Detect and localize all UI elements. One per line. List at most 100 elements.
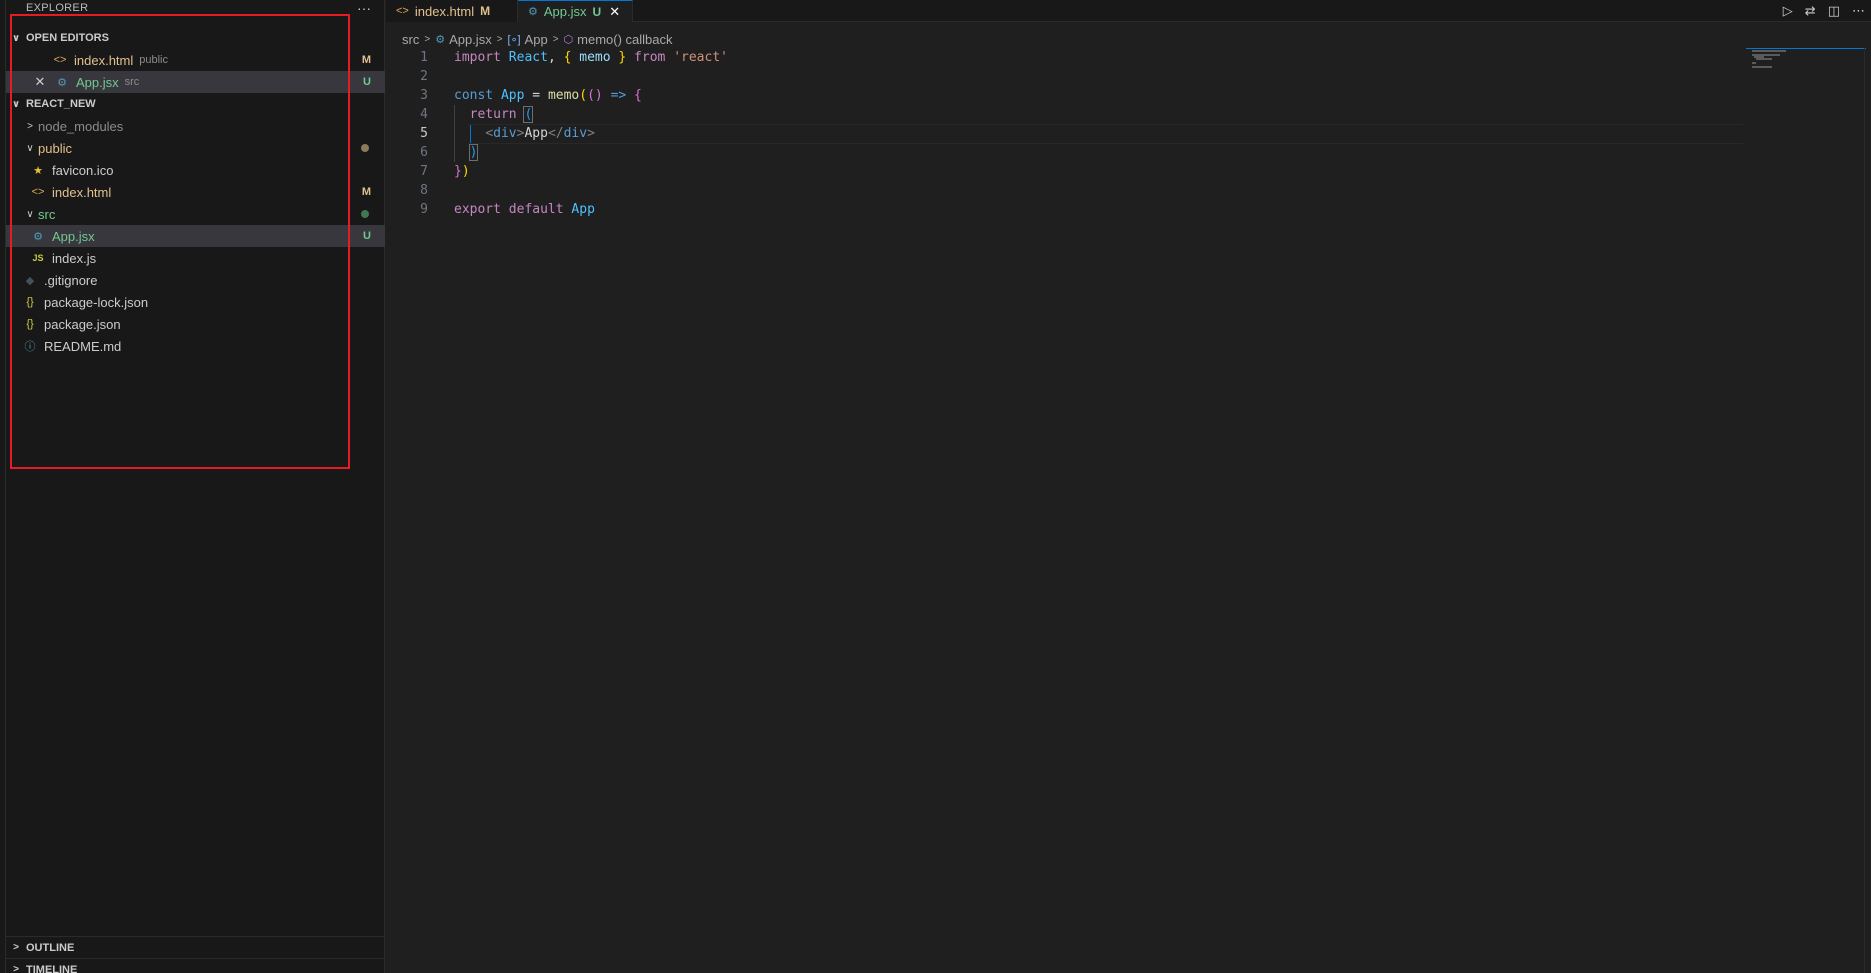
- tree-item-src[interactable]: ∨ src: [6, 203, 385, 225]
- minimap[interactable]: [1746, 48, 1866, 973]
- variable-symbol-icon: [∘]: [507, 33, 521, 46]
- line-number: 8: [420, 183, 428, 198]
- code-text: const App = memo(() => {: [454, 88, 642, 103]
- code-line: 2: [386, 67, 1746, 86]
- js-file-icon: JS: [32, 253, 44, 263]
- run-icon[interactable]: ▷: [1783, 3, 1793, 19]
- react-file-icon: ⚙: [528, 6, 538, 18]
- tree-item-label: index.js: [52, 250, 97, 266]
- open-editor-item-index-html[interactable]: <> index.html public M: [6, 49, 385, 71]
- breadcrumb-folder[interactable]: src: [402, 32, 419, 47]
- code-line: 9 export default App: [386, 200, 1746, 219]
- minimap-line: [1752, 62, 1756, 64]
- line-number: 4: [420, 107, 428, 122]
- untracked-badge: U: [363, 76, 371, 88]
- line-number: 7: [420, 164, 428, 179]
- code-line: 7 }): [386, 162, 1746, 181]
- vertical-scrollbar[interactable]: [1864, 48, 1871, 973]
- modified-badge: M: [361, 186, 371, 198]
- outline-header[interactable]: > OUTLINE: [6, 936, 385, 958]
- code-line: 4 return (: [386, 105, 1746, 124]
- tree-item-label: node_modules: [38, 118, 124, 134]
- code-line: 3 const App = memo(() => {: [386, 86, 1746, 105]
- tree-item-index-js[interactable]: JS index.js: [6, 247, 385, 269]
- close-icon[interactable]: ✕: [32, 74, 48, 90]
- open-editor-item-app-jsx[interactable]: ✕ ⚙ App.jsx src U: [6, 71, 385, 93]
- tree-item-label: favicon.ico: [52, 162, 114, 178]
- react-file-icon: ⚙: [57, 76, 67, 89]
- info-file-icon: ⓘ: [24, 341, 36, 353]
- chevron-down-icon: ∨: [11, 32, 21, 44]
- chevron-right-icon: >: [27, 120, 33, 132]
- chevron-down-icon: ∨: [26, 142, 34, 154]
- open-editor-label: App.jsx: [76, 74, 119, 90]
- git-file-icon: ◆: [25, 274, 35, 287]
- timeline-label: TIMELINE: [26, 963, 78, 973]
- breadcrumb-symbol[interactable]: App: [525, 32, 548, 47]
- tab-bar: <> index.html M ⚙ App.jsx U ✕ ▷ ⇄ ◫ ⋯: [386, 0, 1871, 22]
- line-number: 9: [420, 202, 428, 217]
- tree-item-favicon[interactable]: ★ favicon.ico: [6, 159, 385, 181]
- open-editors-header[interactable]: ∨ OPEN EDITORS: [6, 27, 385, 49]
- html-file-icon: <>: [31, 186, 45, 198]
- line-number: 2: [420, 69, 428, 84]
- code-editor[interactable]: 1 import React, { memo } from 'react' 2 …: [386, 48, 1746, 973]
- star-file-icon: ★: [33, 164, 43, 177]
- open-editors-label: OPEN EDITORS: [26, 32, 109, 44]
- chevron-right-icon: >: [13, 942, 19, 953]
- split-editor-icon[interactable]: ◫: [1828, 3, 1840, 19]
- breadcrumb-callback[interactable]: memo() callback: [577, 32, 672, 47]
- outline-label: OUTLINE: [26, 941, 75, 954]
- tree-item-index-html[interactable]: <> index.html M: [6, 181, 385, 203]
- close-icon[interactable]: ✕: [609, 4, 620, 20]
- open-editor-folder: src: [124, 76, 140, 88]
- tab-label: index.html: [414, 3, 475, 19]
- line-number: 3: [420, 88, 428, 103]
- html-file-icon: <>: [396, 5, 409, 17]
- code-text: <div>App</div>: [485, 126, 595, 141]
- chevron-down-icon: ∨: [26, 208, 34, 220]
- json-file-icon: {}: [26, 318, 34, 330]
- tree-item-node-modules[interactable]: > node_modules: [6, 115, 385, 137]
- modified-badge: M: [480, 4, 491, 18]
- html-file-icon: <>: [53, 54, 67, 66]
- tree-item-gitignore[interactable]: ◆ .gitignore: [6, 269, 385, 291]
- editor-actions: ▷ ⇄ ◫ ⋯: [1783, 0, 1865, 22]
- tree-item-label: .gitignore: [44, 272, 98, 288]
- code-text: ): [468, 144, 479, 161]
- chevron-right-icon: >: [496, 33, 503, 45]
- untracked-badge: U: [592, 4, 602, 19]
- code-line: 6 ): [386, 143, 1746, 162]
- untracked-dot-icon: [361, 210, 369, 218]
- more-actions-icon[interactable]: ⋯: [1852, 3, 1865, 19]
- tree-item-package-json[interactable]: {} package.json: [6, 313, 385, 335]
- timeline-header[interactable]: > TIMELINE: [6, 958, 385, 973]
- tree-item-app-jsx[interactable]: ⚙ App.jsx U: [6, 225, 385, 247]
- tab-app-jsx[interactable]: ⚙ App.jsx U ✕: [518, 0, 633, 22]
- tree-item-label: index.html: [52, 184, 112, 200]
- minimap-line: [1756, 58, 1772, 60]
- tree-item-readme[interactable]: ⓘ README.md: [6, 335, 385, 357]
- open-editor-label: index.html: [74, 52, 134, 68]
- tree-item-label: package-lock.json: [44, 294, 149, 310]
- breadcrumb-file[interactable]: App.jsx: [449, 32, 492, 47]
- tab-label: App.jsx: [543, 4, 587, 19]
- code-text: export default App: [454, 202, 595, 217]
- tree-item-public[interactable]: ∨ public: [6, 137, 385, 159]
- source-control-diff-icon[interactable]: ⇄: [1805, 3, 1816, 19]
- tree-item-package-lock[interactable]: {} package-lock.json: [6, 291, 385, 313]
- tab-index-html[interactable]: <> index.html M: [386, 0, 518, 22]
- explorer-sidebar: EXPLORER ··· ∨ OPEN EDITORS <> index.htm…: [0, 0, 385, 973]
- code-line: 5 <div>App</div>: [386, 124, 1746, 143]
- tree-item-label: App.jsx: [52, 228, 95, 244]
- code-text: }): [454, 164, 470, 179]
- more-actions-icon[interactable]: ···: [355, 0, 373, 18]
- minimap-line: [1752, 66, 1772, 68]
- open-editor-folder: public: [139, 54, 168, 66]
- modified-dot-icon: [361, 144, 369, 152]
- tree-item-label: README.md: [44, 338, 122, 354]
- project-label: REACT_NEW: [26, 98, 96, 110]
- code-line: 1 import React, { memo } from 'react': [386, 48, 1746, 67]
- project-header[interactable]: ∨ REACT_NEW: [6, 93, 385, 115]
- minimap-line: [1752, 50, 1786, 52]
